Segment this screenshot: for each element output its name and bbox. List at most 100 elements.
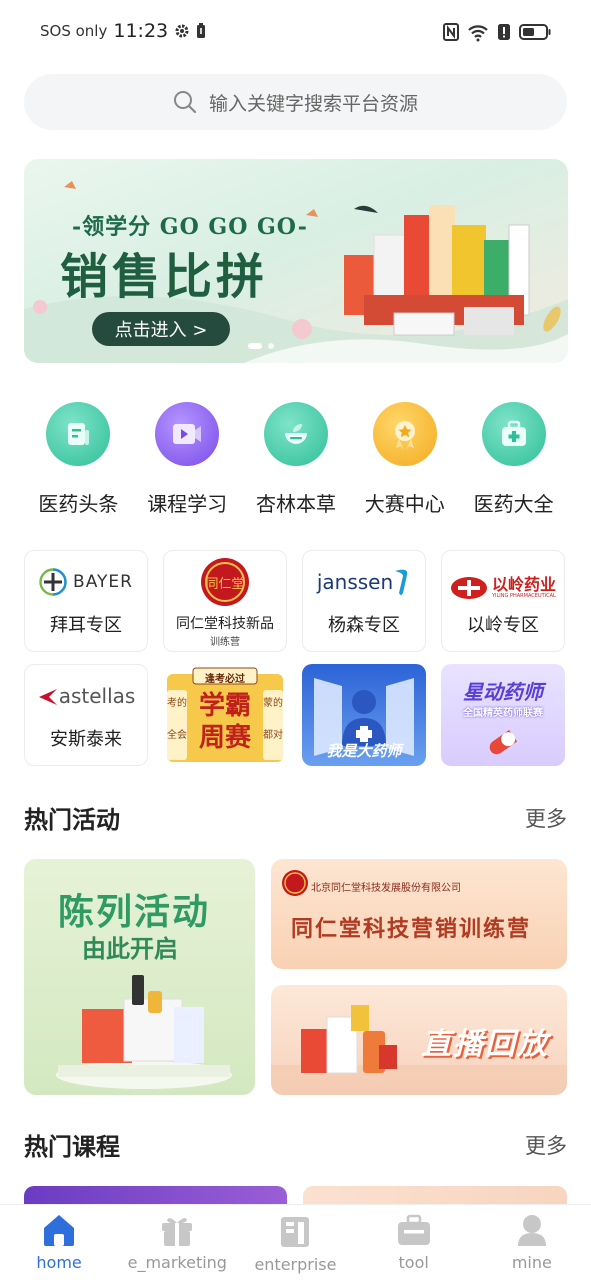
- gear-icon: [175, 24, 189, 38]
- nav-label: 课程学习: [147, 492, 228, 516]
- medal-icon: [372, 402, 437, 466]
- user-icon: [517, 1215, 546, 1246]
- promo-banner[interactable]: -领学分 GO GO GO- 销售比拼 点击进入 >: [24, 159, 568, 363]
- battery-icon: [519, 24, 551, 40]
- more-link[interactable]: 更多: [525, 1130, 567, 1160]
- partner-sublabel: 训练营: [210, 637, 240, 648]
- nav-contest-center[interactable]: 大赛中心: [350, 402, 459, 517]
- search-bar[interactable]: 输入关键字搜索平台资源: [24, 74, 567, 130]
- astellas-star-icon: [38, 689, 57, 705]
- contest-side-text: 都对: [263, 730, 283, 741]
- contest-xueba-weekly[interactable]: 逢考必过 学霸周赛 考的 全会 蒙的 都对: [163, 664, 287, 766]
- tongrentang-seal-icon: 同仁堂: [201, 558, 249, 606]
- more-link[interactable]: 更多: [525, 803, 567, 833]
- hot-courses-header: 热门课程 更多: [24, 1127, 567, 1162]
- banner-title: 销售比拼: [60, 249, 269, 305]
- partner-bayer[interactable]: BAYER 拜耳专区: [24, 550, 148, 652]
- course-card[interactable]: [303, 1186, 567, 1206]
- herb-bowl-icon: [263, 402, 328, 466]
- activity-live-replay[interactable]: 直播回放: [271, 985, 567, 1095]
- nav-course-study[interactable]: 课程学习: [133, 402, 242, 517]
- pager-dot: [268, 343, 274, 349]
- tab-label: enterprise: [254, 1255, 337, 1274]
- bottom-tab-bar: home e_marketing enterprise tool mine: [0, 1204, 591, 1280]
- bayer-logo: BAYER: [25, 567, 147, 597]
- yiling-english: YILING PHARMACEUTICAL: [491, 592, 556, 599]
- section-title: 热门课程: [24, 1133, 120, 1161]
- partner-astellas[interactable]: astellas 安斯泰来: [24, 664, 148, 766]
- product-boxes-image: [344, 205, 530, 336]
- clock: 11:23: [113, 20, 169, 42]
- nfc-icon: [443, 23, 459, 41]
- news-icon: [46, 402, 111, 466]
- building-icon: [281, 1217, 310, 1247]
- banner-pager: [248, 343, 274, 349]
- course-card[interactable]: [24, 1186, 287, 1206]
- search-icon: [173, 91, 197, 114]
- contest-side-text: 蒙的: [263, 698, 283, 709]
- search-placeholder: 输入关键字搜索平台资源: [208, 92, 418, 115]
- activity-product-art: [56, 975, 232, 1089]
- tab-enterprise[interactable]: enterprise: [236, 1205, 354, 1280]
- tab-e-marketing[interactable]: e_marketing: [118, 1205, 236, 1280]
- toolbox-icon: [397, 1214, 430, 1245]
- nav-label: 医药头条: [38, 492, 119, 516]
- banner-enter-button[interactable]: 点击进入 >: [92, 312, 230, 346]
- janssen-logo: janssen: [303, 567, 425, 597]
- yiling-emblem-icon: [450, 577, 487, 599]
- tongrentang-seal-icon: [282, 870, 308, 896]
- pager-dot-active: [248, 343, 262, 349]
- nav-label: 杏林本草: [255, 492, 336, 516]
- contest-pharmacist[interactable]: 我是大药师: [302, 664, 426, 766]
- wifi-icon: [468, 25, 488, 42]
- contest-side-text: 考的: [167, 698, 187, 709]
- tab-label: tool: [398, 1253, 429, 1272]
- nav-label: 大赛中心: [364, 492, 445, 516]
- hot-activities-header: 热门活动 更多: [24, 800, 567, 835]
- activity-display-campaign[interactable]: 陈列活动 由此开启: [24, 859, 255, 1095]
- partner-yiling[interactable]: 以岭药业 YILING PHARMACEUTICAL 以岭专区: [441, 550, 565, 652]
- home-icon: [44, 1215, 75, 1246]
- activity-title: 同仁堂科技营销训练营: [291, 916, 532, 942]
- partner-label: 同仁堂科技新品: [176, 616, 274, 632]
- nav-medical-news[interactable]: 医药头条: [24, 402, 133, 517]
- tab-label: mine: [511, 1253, 552, 1272]
- nav-herbal[interactable]: 杏林本草: [242, 402, 351, 517]
- tab-label: e_marketing: [127, 1253, 227, 1272]
- contest-tagline: 逢考必过: [205, 674, 245, 685]
- bayer-cross-icon: [39, 568, 67, 596]
- partner-label: 以岭专区: [467, 615, 539, 636]
- video-icon: [155, 402, 220, 466]
- partner-tongrentang[interactable]: 同仁堂 同仁堂科技新品 训练营: [163, 550, 287, 652]
- nav-label: 医药大全: [473, 492, 554, 516]
- contest-side-text: 全会: [167, 730, 187, 741]
- gift-icon: [162, 1218, 193, 1246]
- status-bar: SOS only 11:23: [0, 0, 591, 66]
- activity-tongrentang-training[interactable]: 北京同仁堂科技发展股份有限公司 同仁堂科技营销训练营: [271, 859, 567, 969]
- tongrentang-logo: 同仁堂: [164, 557, 286, 607]
- bayer-wordmark: BAYER: [73, 572, 133, 592]
- janssen-wordmark: janssen: [316, 570, 394, 594]
- partner-label: 拜耳专区: [50, 615, 122, 636]
- tab-tool[interactable]: tool: [355, 1205, 473, 1280]
- seal-text: 同仁堂: [205, 577, 244, 592]
- tab-home[interactable]: home: [0, 1205, 118, 1280]
- company-name: 北京同仁堂科技发展股份有限公司: [311, 883, 461, 894]
- janssen-swoosh-icon: [395, 569, 408, 595]
- activity-title: 直播回放: [421, 1027, 549, 1062]
- tab-label: home: [36, 1253, 82, 1272]
- battery-saver-icon: [197, 23, 206, 38]
- tab-mine[interactable]: mine: [473, 1205, 591, 1280]
- astellas-logo: astellas: [25, 681, 147, 711]
- contest-star-pharmacist[interactable]: 星动药师 全国精英药师联赛: [441, 664, 565, 766]
- yiling-wordmark: 以岭药业: [491, 574, 556, 594]
- medical-kit-icon: [481, 402, 546, 466]
- quick-nav: 医药头条 课程学习 杏林本草 大赛中心 医药大全: [24, 402, 568, 517]
- partner-janssen[interactable]: janssen 杨森专区: [302, 550, 426, 652]
- partner-zones: BAYER 拜耳专区 同仁堂 同仁堂科技新品 训练营 janssen 杨森专区 …: [24, 550, 567, 766]
- partner-label: 杨森专区: [328, 615, 400, 636]
- astellas-wordmark: astellas: [58, 684, 136, 708]
- contest-title: 学霸周赛: [198, 691, 251, 753]
- nav-medicine-encyclopedia[interactable]: 医药大全: [459, 402, 568, 517]
- alert-icon: [498, 24, 510, 40]
